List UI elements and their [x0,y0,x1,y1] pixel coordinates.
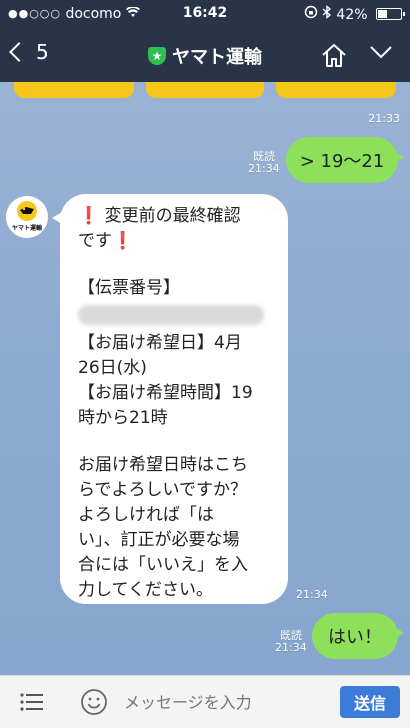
message-time: 21:34 [296,588,328,601]
message-line: ❗ 変更前の最終確認 [78,206,241,226]
quick-reply-button[interactable] [276,82,396,98]
message-line: 時から21時 [78,408,168,428]
verified-star-icon: ★ [148,47,166,65]
chevron-down-icon[interactable] [368,42,394,62]
message-line: お届け希望日時はこち [78,455,248,475]
message-line: 【お届け希望時間】19 [78,383,253,403]
battery-icon [376,8,405,20]
incoming-message[interactable]: ❗ 変更前の最終確認 です❗ 【伝票番号】 【お届け希望日】4月 26日(水) … [52,194,288,604]
quick-reply-button[interactable] [14,82,134,98]
message-input-bar: 送信 [0,675,410,728]
quick-reply-button[interactable] [146,82,264,98]
message-line: よろしければ「は [78,505,214,525]
message-line: い」、訂正が必要な場 [78,530,240,550]
emoji-icon[interactable] [80,688,108,716]
message-line: 【お届け希望日】4月 [78,333,242,353]
message-line: 26日(水) [78,358,147,378]
yamato-logo-icon: ヤマト運輸 [6,196,48,238]
message-line: 力してください。 [78,580,213,600]
outgoing-message[interactable]: はい！ [312,613,404,659]
chat-title: ★ ヤマト運輸 [0,43,410,69]
menu-icon[interactable] [20,692,44,712]
message-line: です❗ [78,231,134,251]
status-bar: ●●○○○ docomo 16:42 42% [0,0,410,28]
message-time: 21:34 [275,641,307,654]
battery-percent: 42% [336,7,368,23]
outgoing-message[interactable]: > 19〜21 [286,137,404,183]
status-right: 42% [304,5,405,23]
rotation-lock-icon [304,5,322,23]
redacted-tracking-number [78,305,264,325]
chat-title-text: ヤマト運輸 [172,47,262,68]
message-line: らでよろしいですか？ [78,480,247,500]
message-line: 合には「いいえ」を入 [78,555,248,575]
home-icon[interactable] [320,42,348,68]
bluetooth-icon [322,5,336,23]
avatar[interactable]: ヤマト運輸 [6,196,48,238]
send-button[interactable]: 送信 [340,686,400,718]
message-time: 21:34 [248,162,280,175]
chat-header: 5 ★ ヤマト運輸 [0,28,410,82]
svg-text:ヤマト運輸: ヤマト運輸 [12,224,43,232]
exclamation-icon: ❗ [112,231,134,251]
message-text: はい！ [328,627,382,648]
exclamation-icon: ❗ [78,206,100,226]
message-line: 【伝票番号】 [78,278,180,298]
message-text: > 19〜21 [299,151,385,172]
message-time: 21:33 [368,112,400,125]
quick-reply-row [0,82,410,104]
message-input[interactable] [122,688,326,716]
